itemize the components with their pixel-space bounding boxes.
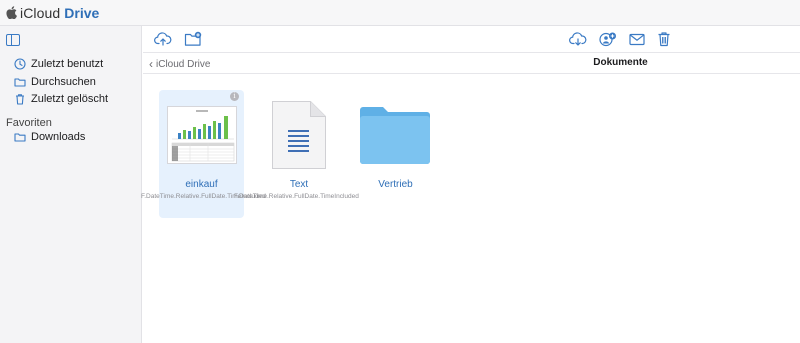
trash-icon [658,32,670,47]
document-icon [272,101,326,169]
upload-button[interactable] [154,31,172,47]
page-title: Dokumente [593,57,648,68]
sidebar-item-label: Zuletzt gelöscht [31,93,109,105]
sidebar-item-browse[interactable]: Durchsuchen [14,76,96,88]
new-folder-icon [184,31,202,46]
toolbar [143,26,800,53]
upload-icon [154,32,172,46]
file-name: einkauf [185,179,218,190]
file-item-einkauf[interactable]: i einkauf F.DateTime.Relative.FullDate.T… [141,90,266,218]
path-bar: ‹ iCloud Drive Dokumente [143,53,800,74]
folder-icon [14,133,26,142]
brand-drive: Drive [64,4,100,21]
folder-icon [14,78,26,87]
file-item-text[interactable]: Text F.DateTime.Relative.FullDate.TimeIn… [234,90,359,218]
share-collaborate-button[interactable] [599,31,617,47]
folder-icon [360,107,430,164]
file-grid: i einkauf F.DateTime.Relative.FullDate.T… [141,75,800,343]
file-item-vertrieb[interactable]: Vertrieb [353,90,438,200]
sidebar-toggle-icon[interactable] [6,34,20,46]
file-name: Text [289,179,309,190]
new-folder-button[interactable] [184,31,202,47]
share-people-icon [599,32,616,47]
spreadsheet-thumbnail [167,106,237,164]
apple-logo-icon [6,6,17,19]
sidebar-item-recents[interactable]: Zuletzt benutzt [14,58,103,70]
mail-icon [629,33,645,46]
sidebar: Zuletzt benutzt Durchsuchen Zuletzt gelö… [0,26,142,343]
app-header: iCloud Drive [0,0,800,26]
sidebar-item-recently-deleted[interactable]: Zuletzt gelöscht [14,93,108,105]
chart-preview-icon [171,110,235,162]
download-button[interactable] [569,31,587,47]
trash-icon [16,94,24,105]
clock-icon [14,58,26,70]
mail-button[interactable] [628,31,646,47]
sidebar-item-label: Durchsuchen [31,76,96,88]
sidebar-item-label: Zuletzt benutzt [31,58,104,70]
file-date: F.DateTime.Relative.FullDate.TimeInclude… [234,193,359,200]
sidebar-item-downloads[interactable]: Downloads [14,131,85,143]
favorites-title: Favoriten [6,117,52,129]
download-icon [569,32,587,46]
delete-button[interactable] [655,31,673,47]
file-name: Vertrieb [378,179,413,190]
brand-icloud: iCloud [20,4,61,21]
sidebar-item-label: Downloads [31,131,86,143]
info-icon[interactable]: i [230,92,239,101]
